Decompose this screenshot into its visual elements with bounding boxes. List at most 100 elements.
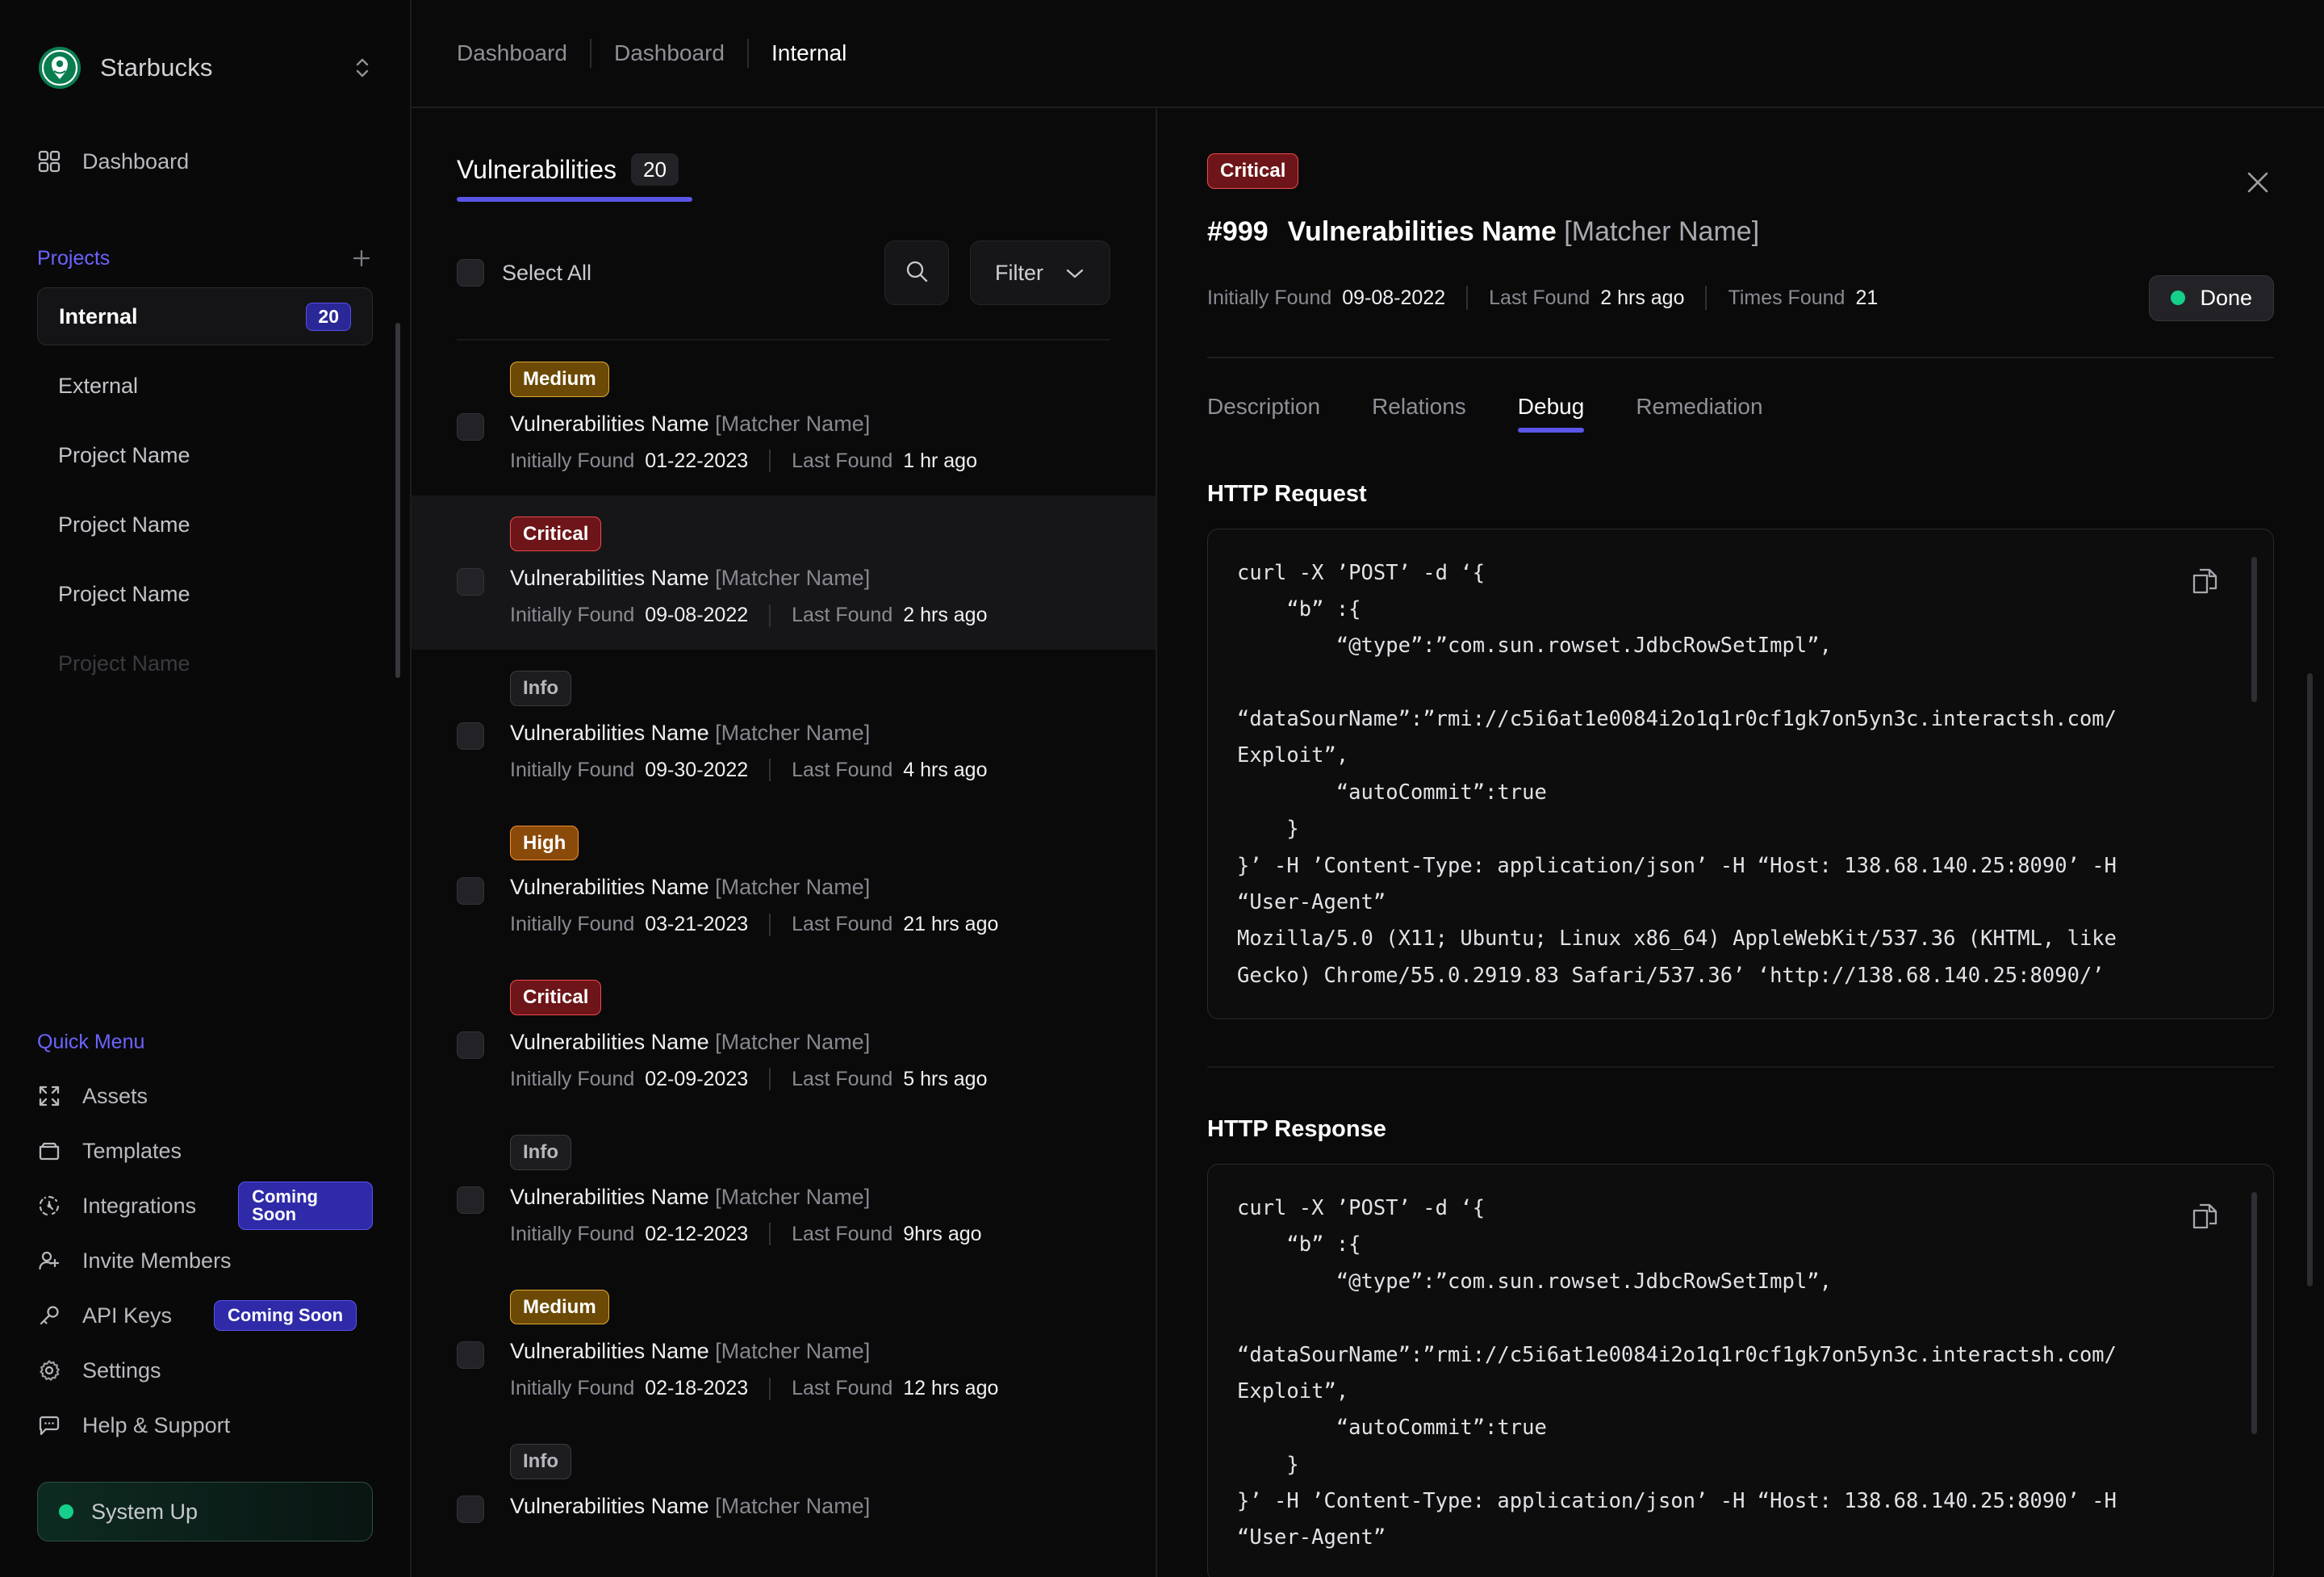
archive-icon xyxy=(37,1139,61,1163)
table-row[interactable]: Critical Vulnerabilities Name [Matcher N… xyxy=(412,959,1156,1114)
chat-icon xyxy=(37,1413,61,1437)
table-row[interactable]: Info Vulnerabilities Name [Matcher Name]… xyxy=(412,1114,1156,1269)
table-row[interactable]: Critical Vulnerabilities Name [Matcher N… xyxy=(412,495,1156,650)
breadcrumb-item-1[interactable]: Dashboard xyxy=(457,40,590,66)
tab-vulnerabilities[interactable]: Vulnerabilities 20 xyxy=(457,153,1110,186)
row-checkbox[interactable] xyxy=(457,722,484,751)
breadcrumb: Dashboard Dashboard Internal xyxy=(412,0,2324,108)
sidebar-item-integrations[interactable]: Integrations Coming Soon xyxy=(37,1178,373,1233)
sidebar-item-invite-members[interactable]: Invite Members xyxy=(37,1233,373,1288)
row-body: Info Vulnerabilities Name [Matcher Name] xyxy=(510,1444,870,1519)
last-found-value: 5 hrs ago xyxy=(903,1067,988,1090)
vulnerability-id: #999 xyxy=(1207,215,1269,247)
status-done-button[interactable]: Done xyxy=(2149,274,2274,321)
severity-badge: Critical xyxy=(510,980,602,1015)
sidebar-item-api-keys[interactable]: API Keys Coming Soon xyxy=(37,1288,373,1343)
sidebar-item-templates[interactable]: Templates xyxy=(37,1123,373,1178)
detail-header: Critical #999 Vulnerabilities Name [Matc… xyxy=(1207,108,2274,433)
sidebar-project-5[interactable]: Project Name xyxy=(37,565,373,623)
detail-vulnerability-name: Vulnerabilities Name xyxy=(1287,215,1557,247)
row-meta: Initially Found 02-18-2023 Last Found 12… xyxy=(510,1377,998,1400)
panel-title: Vulnerabilities xyxy=(457,154,617,184)
quick-item-label: Invite Members xyxy=(82,1248,232,1273)
status-badge: System Up xyxy=(37,1482,373,1541)
table-row[interactable]: Medium Vulnerabilities Name [Matcher Nam… xyxy=(412,1269,1156,1424)
row-checkbox[interactable] xyxy=(457,1341,484,1369)
table-row[interactable]: Medium Vulnerabilities Name [Matcher Nam… xyxy=(412,341,1156,496)
sidebar-project-external[interactable]: External xyxy=(37,357,373,415)
table-row[interactable]: Info Vulnerabilities Name [Matcher Name] xyxy=(412,1423,1156,1546)
gear-icon xyxy=(37,1358,61,1382)
last-found-value: 1 hr ago xyxy=(903,449,977,472)
quick-item-label: Help & Support xyxy=(82,1412,231,1437)
sidebar-project-6[interactable]: Project Name xyxy=(37,634,373,692)
close-icon[interactable] xyxy=(2242,166,2274,199)
row-checkbox[interactable] xyxy=(457,567,484,596)
tab-description[interactable]: Description xyxy=(1207,394,1320,433)
detail-severity-badge: Critical xyxy=(1207,153,1299,189)
chevron-up-down-icon[interactable] xyxy=(352,54,373,82)
row-checkbox[interactable] xyxy=(457,1031,484,1060)
initially-found-label: Initially Found xyxy=(510,1222,635,1245)
row-body: High Vulnerabilities Name [Matcher Name]… xyxy=(510,825,998,937)
sidebar-project-internal[interactable]: Internal 20 xyxy=(37,287,373,345)
code-scrollbar[interactable] xyxy=(2251,1192,2257,1435)
last-found-value: 21 hrs ago xyxy=(903,913,999,936)
table-row[interactable]: Info Vulnerabilities Name [Matcher Name]… xyxy=(412,650,1156,805)
sidebar-item-dashboard[interactable]: Dashboard xyxy=(37,136,373,187)
meta-separator xyxy=(769,913,771,936)
project-label: Project Name xyxy=(58,512,190,537)
sidebar-item-help-support[interactable]: Help & Support xyxy=(37,1398,373,1453)
last-found-value: 9hrs ago xyxy=(903,1222,982,1245)
row-checkbox[interactable] xyxy=(457,1495,484,1524)
row-checkbox[interactable] xyxy=(457,876,484,905)
project-label: External xyxy=(58,373,139,398)
http-request-title: HTTP Request xyxy=(1207,480,1367,507)
sidebar-project-3[interactable]: Project Name xyxy=(37,426,373,484)
vulnerabilities-count: 20 xyxy=(631,153,679,186)
tab-relations[interactable]: Relations xyxy=(1372,394,1466,433)
initially-found-value: 03-21-2023 xyxy=(645,913,749,936)
row-checkbox[interactable] xyxy=(457,413,484,441)
initially-found-value: 02-18-2023 xyxy=(645,1377,749,1400)
key-icon xyxy=(37,1303,61,1328)
meta-separator xyxy=(769,604,771,627)
sidebar-item-settings[interactable]: Settings xyxy=(37,1343,373,1398)
matcher-name: [Matcher Name] xyxy=(715,1029,871,1054)
copy-icon[interactable] xyxy=(2189,565,2223,599)
sidebar-project-4[interactable]: Project Name xyxy=(37,496,373,554)
org-switcher[interactable]: Starbucks xyxy=(37,0,373,136)
project-label: Project Name xyxy=(58,442,190,467)
detail-times-found-value: 21 xyxy=(1855,286,1879,309)
matcher-name: [Matcher Name] xyxy=(715,1493,871,1518)
detail-meta: Initially Found 09-08-2022 Last Found 2 … xyxy=(1207,274,2274,321)
breadcrumb-item-current[interactable]: Internal xyxy=(749,40,869,66)
search-button[interactable] xyxy=(884,241,949,305)
breadcrumb-item-2[interactable]: Dashboard xyxy=(591,40,747,66)
http-response-card: curl -X ’POST’ -d ‘{ “b” :{ “@type”:”com… xyxy=(1207,1164,2274,1577)
detail-scrollbar[interactable] xyxy=(2307,673,2313,1286)
table-row[interactable]: High Vulnerabilities Name [Matcher Name]… xyxy=(412,805,1156,960)
quick-item-label: Templates xyxy=(82,1138,182,1163)
sidebar-item-assets[interactable]: Assets xyxy=(37,1069,373,1123)
row-meta: Initially Found 03-21-2023 Last Found 21… xyxy=(510,913,998,936)
vulnerability-name: Vulnerabilities Name xyxy=(510,1339,709,1364)
code-scrollbar[interactable] xyxy=(2251,556,2257,702)
row-body: Critical Vulnerabilities Name [Matcher N… xyxy=(510,980,987,1091)
select-all-checkbox[interactable] xyxy=(457,259,484,287)
tab-debug[interactable]: Debug xyxy=(1517,394,1584,433)
last-found-value: 12 hrs ago xyxy=(903,1377,999,1400)
row-title: Vulnerabilities Name [Matcher Name] xyxy=(510,1339,998,1364)
row-title: Vulnerabilities Name [Matcher Name] xyxy=(510,1030,987,1055)
filter-button[interactable]: Filter xyxy=(970,241,1110,305)
row-title: Vulnerabilities Name [Matcher Name] xyxy=(510,1185,982,1210)
row-body: Medium Vulnerabilities Name [Matcher Nam… xyxy=(510,362,977,473)
copy-icon[interactable] xyxy=(2189,1200,2223,1234)
sidebar-item-label: Dashboard xyxy=(82,148,190,174)
plus-icon[interactable] xyxy=(350,247,373,270)
vulnerability-name: Vulnerabilities Name xyxy=(510,566,709,591)
sidebar-scrollbar[interactable] xyxy=(395,323,400,678)
tab-remediation[interactable]: Remediation xyxy=(1636,394,1762,433)
quick-item-label: Integrations xyxy=(82,1193,197,1218)
row-checkbox[interactable] xyxy=(457,1186,484,1214)
